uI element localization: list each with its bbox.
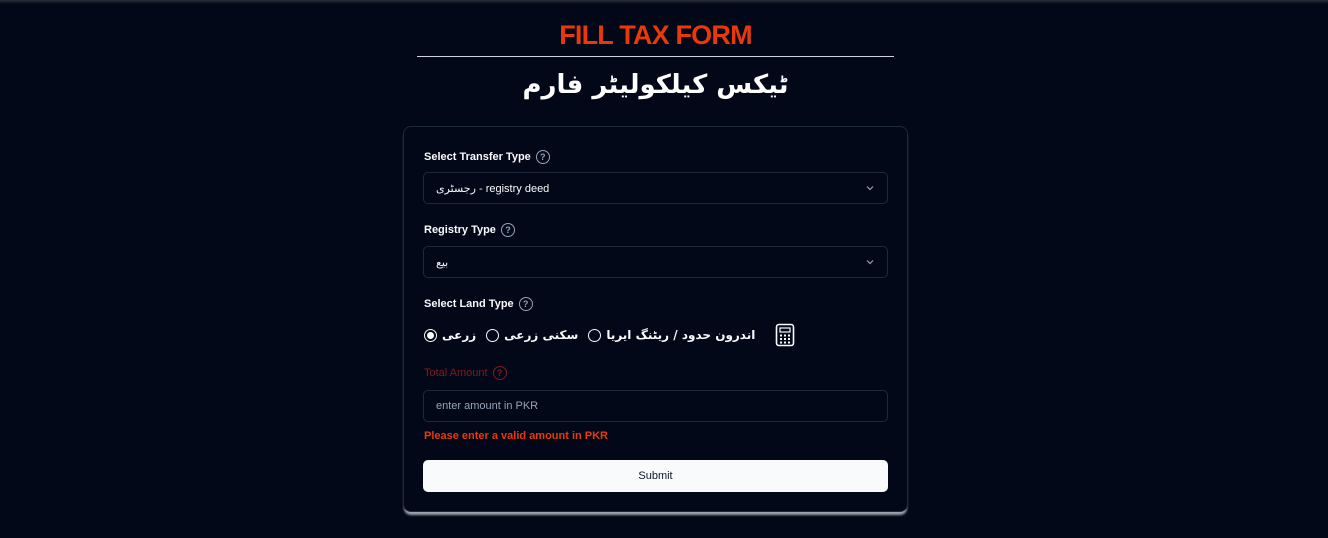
submit-button[interactable]: Submit (423, 460, 888, 492)
registry-type-select[interactable]: بیع (423, 246, 888, 278)
title-divider (417, 56, 894, 57)
help-icon[interactable]: ? (492, 366, 507, 380)
total-amount-label: Total Amount ? (424, 364, 507, 382)
page-title: FILL TAX FORM (559, 20, 752, 50)
page-subtitle: ٹیکس کیلکولیٹر فارم (522, 70, 789, 100)
radio-label: اندرون حدود / ریٹنگ ایریا (606, 328, 756, 342)
transfer-type-value: رجسٹری - registry deed (436, 182, 550, 195)
registry-type-label: Registry Type ? (424, 221, 515, 239)
radio-label: زرعی (442, 328, 477, 342)
total-amount-input[interactable] (423, 390, 888, 422)
land-type-option-agricultural[interactable]: زرعی (424, 328, 476, 342)
land-type-option-rating-area[interactable]: اندرون حدود / ریٹنگ ایریا (588, 328, 755, 342)
registry-type-value: بیع (436, 256, 449, 269)
top-edge (0, 0, 1328, 4)
total-amount-label-text: Total Amount (424, 367, 488, 379)
tax-form-card: Select Transfer Type ? رجسٹری - registry… (403, 126, 908, 512)
chevron-down-icon (866, 260, 874, 265)
help-icon[interactable]: ? (500, 223, 515, 237)
radio-button[interactable] (424, 328, 437, 342)
amount-error-message: Please enter a valid amount in PKR (424, 430, 609, 442)
transfer-type-label-text: Select Transfer Type (424, 151, 531, 163)
registry-type-label-text: Registry Type (424, 224, 496, 236)
radio-button[interactable] (486, 328, 500, 342)
transfer-type-label: Select Transfer Type ? (424, 148, 550, 166)
help-icon[interactable]: ? (518, 297, 533, 311)
calculator-icon[interactable] (775, 323, 795, 347)
help-icon[interactable]: ? (535, 150, 550, 164)
radio-label: سکنی زرعی (504, 328, 579, 342)
transfer-type-select[interactable]: رجسٹری - registry deed (423, 172, 888, 204)
land-type-option-residential-agricultural[interactable]: سکنی زرعی (486, 328, 578, 342)
radio-button[interactable] (588, 328, 602, 342)
page-header: FILL TAX FORM ٹیکس کیلکولیٹر فارم (417, 16, 894, 103)
land-type-radio-group: زرعی سکنی زرعی اندرون حدود / ریٹنگ ایریا (424, 323, 795, 347)
land-type-label: Select Land Type ? (424, 295, 533, 313)
land-type-label-text: Select Land Type (424, 298, 514, 310)
chevron-down-icon (866, 186, 874, 191)
